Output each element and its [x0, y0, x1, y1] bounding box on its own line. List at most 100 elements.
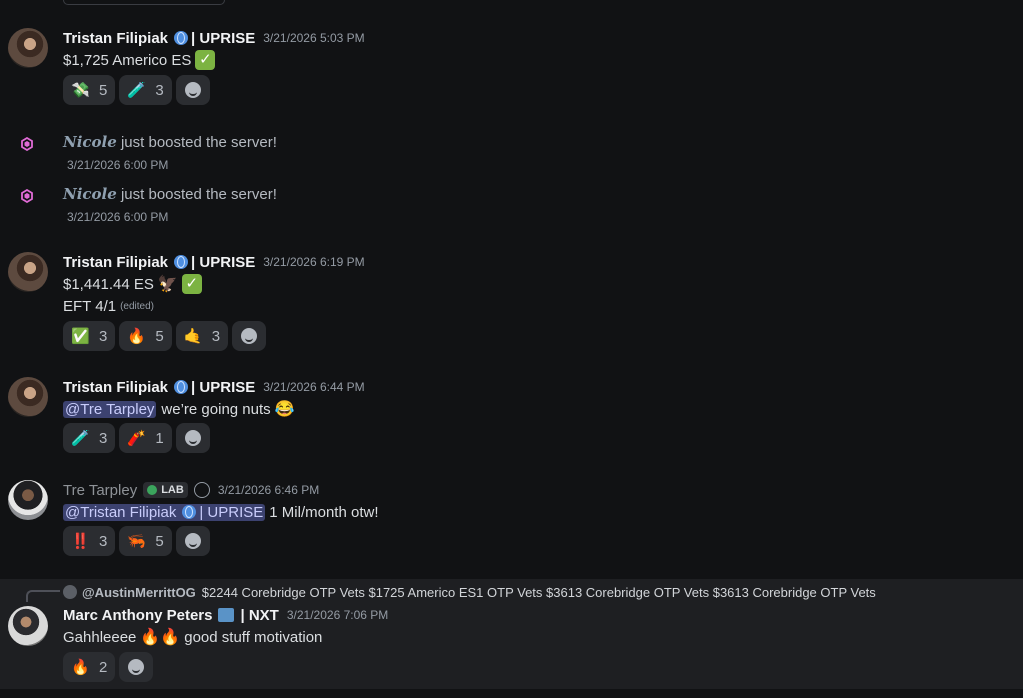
reaction-check[interactable]: ✅ 3 [63, 321, 116, 351]
reaction-flask[interactable]: 🧪 3 [119, 75, 172, 105]
reply-reference[interactable]: @AustinMerrittOG $2244 Corebridge OTP Ve… [63, 583, 876, 601]
username[interactable]: Tre Tarpley [63, 482, 137, 499]
boost-text: Nicole just boosted the server! [63, 133, 277, 151]
reaction-count: 5 [155, 532, 164, 550]
fire-icon: 🔥 [160, 629, 181, 646]
reply-connector [26, 590, 60, 602]
tears-of-joy-icon: 😂 [274, 401, 295, 418]
reaction-fire[interactable]: 🔥 2 [63, 652, 116, 682]
message-text: $1,725 Americo ES [63, 51, 192, 69]
map-icon [218, 608, 235, 622]
server-tag-badge[interactable]: LAB [143, 482, 188, 498]
avatar[interactable] [8, 377, 48, 417]
call-me-hand-icon: 🤙 [183, 328, 203, 345]
boost-message: just boosted the server! [120, 134, 277, 151]
reaction-count: 5 [99, 81, 108, 99]
message-header: Tristan Filipiak | UPRISE 3/21/2026 6:19… [63, 252, 365, 272]
message-content: $1,725 Americo ES ✓ [63, 48, 216, 72]
firecracker-icon: 🧨 [127, 430, 147, 447]
reaction-call-me-hand[interactable]: 🤙 3 [175, 321, 229, 351]
flask-icon: 🧪 [71, 430, 90, 447]
add-reaction-button[interactable] [119, 652, 154, 682]
reaction-firecracker[interactable]: 🧨 1 [119, 423, 172, 453]
reply-username[interactable]: @AustinMerrittOG [82, 585, 196, 600]
add-reaction-icon [184, 430, 201, 446]
message-text: EFT 4/1 [63, 297, 117, 315]
message-text: 1 Mil/month otw! [269, 503, 379, 521]
add-reaction-button[interactable] [175, 423, 210, 453]
reply-text: $2244 Corebridge OTP Vets $1725 Americo … [201, 584, 876, 600]
mention-name: @Tristan Filipiak [65, 503, 177, 521]
message-text-after: good stuff motivation [184, 628, 323, 646]
reaction-double-exclamation[interactable]: ‼️ 3 [63, 526, 116, 556]
user-mention[interactable]: @Tristan Filipiak | UPRISE [63, 503, 266, 521]
reaction-fire[interactable]: 🔥 5 [119, 321, 172, 351]
username[interactable]: Tristan Filipiak [63, 379, 168, 396]
reaction-money-wings[interactable]: 💸 5 [63, 75, 116, 105]
message-feed: Tristan Filipiak | UPRISE 3/21/2026 5:03… [0, 0, 1023, 698]
username[interactable]: Marc Anthony Peters [63, 607, 212, 624]
check-mark-icon: ✓ [181, 274, 202, 294]
role-tag: | UPRISE [191, 378, 256, 396]
boost-text: Nicole just boosted the server! [63, 185, 277, 203]
role-tag: | UPRISE [191, 29, 256, 47]
user-mention[interactable]: @Tre Tarpley [63, 400, 157, 418]
reactions-bar: ‼️ 3 🦐 5 [63, 526, 210, 556]
avatar[interactable] [8, 606, 48, 646]
message-text: Gahhleeee [63, 628, 137, 646]
flask-icon: 🧪 [127, 82, 147, 99]
fire-icon: 🔥 [71, 659, 90, 676]
avatar[interactable] [8, 28, 48, 68]
fire-icon: 🔥 [127, 328, 147, 345]
boost-gem-icon [21, 189, 33, 203]
boost-username[interactable]: Nicole [63, 133, 117, 151]
reactions-bar: 🔥 2 [63, 652, 154, 682]
username[interactable]: Tristan Filipiak [63, 254, 168, 271]
reaction-count: 3 [99, 429, 108, 447]
message-content: @Tristan Filipiak | UPRISE 1 Mil/month o… [63, 500, 379, 524]
reaction-count: 3 [211, 327, 221, 345]
message-text: we’re going nuts [161, 400, 271, 418]
timestamp: 3/21/2026 6:44 PM [263, 380, 365, 394]
message-content: $1,441.44 ES 🦅 ✓ [63, 272, 202, 296]
message-text: $1,441.44 ES [63, 275, 154, 293]
message-content: Gahhleeee 🔥 🔥 good stuff motivation [63, 625, 322, 649]
reactions-bar: ✅ 3 🔥 5 🤙 3 [63, 321, 267, 351]
clock-icon [193, 482, 210, 498]
reaction-count: 3 [99, 532, 108, 550]
timestamp: 3/21/2026 7:06 PM [286, 608, 389, 622]
reaction-flask[interactable]: 🧪 3 [63, 423, 116, 453]
globe-icon [182, 505, 197, 519]
server-tag-label: LAB [161, 484, 184, 496]
reaction-count: 5 [155, 327, 164, 345]
add-reaction-button[interactable] [175, 75, 210, 105]
boost-username[interactable]: Nicole [63, 185, 117, 203]
reaction-count: 3 [155, 81, 164, 99]
message-content: @Tre Tarpley we’re going nuts 😂 [63, 397, 295, 421]
eagle-icon: 🦅 [157, 276, 178, 293]
avatar[interactable] [8, 252, 48, 292]
message-header: Marc Anthony Peters | NXT 3/21/2026 7:06… [63, 605, 388, 625]
add-reaction-button[interactable] [175, 526, 210, 556]
globe-icon [174, 31, 189, 45]
add-reaction-icon [184, 82, 201, 98]
avatar[interactable] [8, 480, 48, 520]
timestamp: 3/21/2026 6:00 PM [67, 158, 169, 172]
reaction-count: 3 [99, 327, 108, 345]
timestamp: 3/21/2026 5:03 PM [263, 31, 365, 45]
add-reaction-button[interactable] [232, 321, 267, 351]
timestamp: 3/21/2026 6:46 PM [217, 483, 320, 497]
fire-icon: 🔥 [140, 629, 161, 646]
previous-message-stub [63, 0, 225, 5]
reactions-bar: 🧪 3 🧨 1 [63, 423, 210, 453]
timestamp: 3/21/2026 6:00 PM [67, 210, 169, 224]
message-header: Tristan Filipiak | UPRISE 3/21/2026 5:03… [63, 28, 365, 48]
reaction-shrimp[interactable]: 🦐 5 [119, 526, 172, 556]
money-wings-icon: 💸 [71, 82, 90, 99]
reaction-count: 1 [155, 429, 164, 447]
globe-icon [174, 255, 189, 269]
username[interactable]: Tristan Filipiak [63, 30, 168, 47]
message-content-line: EFT 4/1 (edited) [63, 296, 154, 316]
lab-icon [147, 485, 158, 495]
add-reaction-icon [241, 328, 258, 344]
